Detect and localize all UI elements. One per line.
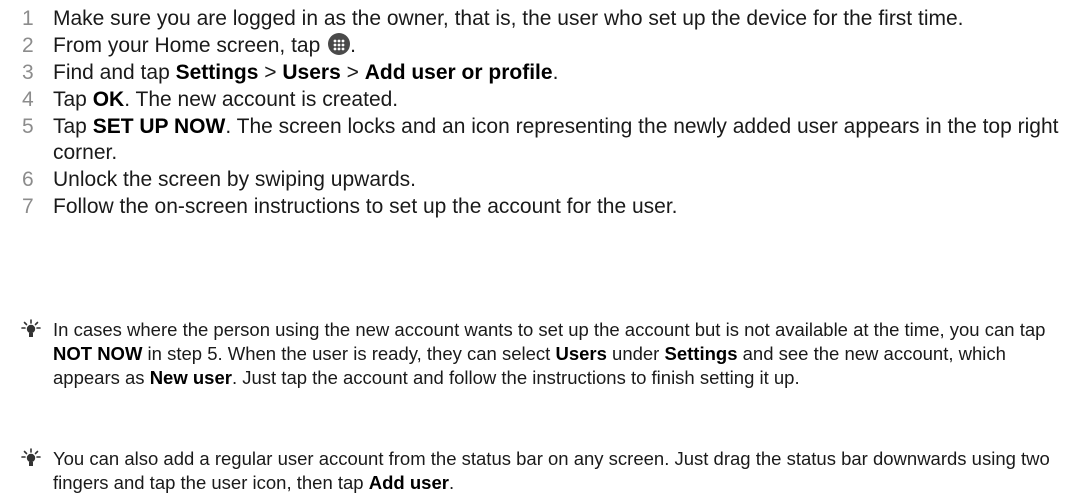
step-5: 5 Tap SET UP NOW. The screen locks and a… [0, 114, 1060, 166]
tip-text-part: You can also add a regular user account … [53, 448, 1050, 493]
path-separator: > [258, 61, 283, 84]
instruction-steps: 1 Make sure you are logged in as the own… [0, 6, 1060, 221]
step-7: 7 Follow the on-screen instructions to s… [0, 194, 1060, 220]
lightbulb-tip-icon [20, 448, 42, 472]
step-text-part: Tap [53, 88, 93, 111]
step-text-part: . The new account is created. [124, 88, 399, 111]
step-number: 3 [22, 61, 34, 84]
tip-note: You can also add a regular user account … [0, 447, 1075, 495]
ui-term: Settings [175, 61, 259, 84]
tip-text: In cases where the person using the new … [53, 318, 1065, 390]
step-text-part: . [350, 34, 356, 57]
step-6: 6 Unlock the screen by swiping upwards. [0, 167, 1060, 193]
ui-term: New user [149, 367, 232, 388]
step-text: From your Home screen, tap . [53, 33, 356, 57]
tip-text-part: . Just tap the account and follow the in… [231, 367, 800, 388]
step-text: Find and tap Settings > Users > Add user… [53, 61, 558, 84]
step-number: 4 [22, 88, 34, 111]
tip-text-part: in step 5. When the user is ready, they … [142, 343, 556, 364]
step-text-part: Find and tap [53, 61, 176, 84]
tip-text-part: In cases where the person using the new … [53, 319, 1046, 340]
step-text-part: From your Home screen, tap [53, 34, 327, 57]
step-4: 4 Tap OK. The new account is created. [0, 87, 1060, 113]
step-number: 1 [22, 7, 34, 30]
ui-term: Users [282, 61, 341, 84]
step-text: Tap SET UP NOW. The screen locks and an … [53, 115, 1058, 164]
ui-term: Add user [368, 472, 449, 493]
step-text: Tap OK. The new account is created. [53, 88, 398, 111]
ui-term: OK [92, 88, 125, 111]
ui-term: Settings [664, 343, 738, 364]
step-text: Unlock the screen by swiping upwards. [53, 168, 417, 191]
step-text-part: . [552, 61, 559, 84]
step-3: 3 Find and tap Settings > Users > Add us… [0, 60, 1060, 86]
tip-text: You can also add a regular user account … [53, 447, 1065, 495]
tip-note: In cases where the person using the new … [0, 318, 1075, 390]
ui-term: SET UP NOW [92, 115, 226, 138]
ui-term: Users [555, 343, 607, 364]
ui-term: Add user or profile [364, 61, 553, 84]
step-number: 6 [22, 168, 34, 191]
tip-text-part: under [606, 343, 665, 364]
tip-text-part: . [448, 472, 455, 493]
lightbulb-tip-icon [20, 319, 42, 343]
ui-term: NOT NOW [53, 343, 143, 364]
step-number: 2 [22, 34, 34, 57]
step-text: Make sure you are logged in as the owner… [53, 7, 964, 30]
step-text-part: Tap [53, 115, 93, 138]
step-text: Follow the on-screen instructions to set… [53, 195, 678, 218]
apps-icon [328, 33, 351, 55]
step-1: 1 Make sure you are logged in as the own… [0, 6, 1060, 32]
path-separator: > [340, 61, 365, 84]
step-number: 5 [22, 115, 34, 138]
step-2: 2 From your Home screen, tap . [0, 33, 1060, 59]
step-number: 7 [22, 195, 34, 218]
